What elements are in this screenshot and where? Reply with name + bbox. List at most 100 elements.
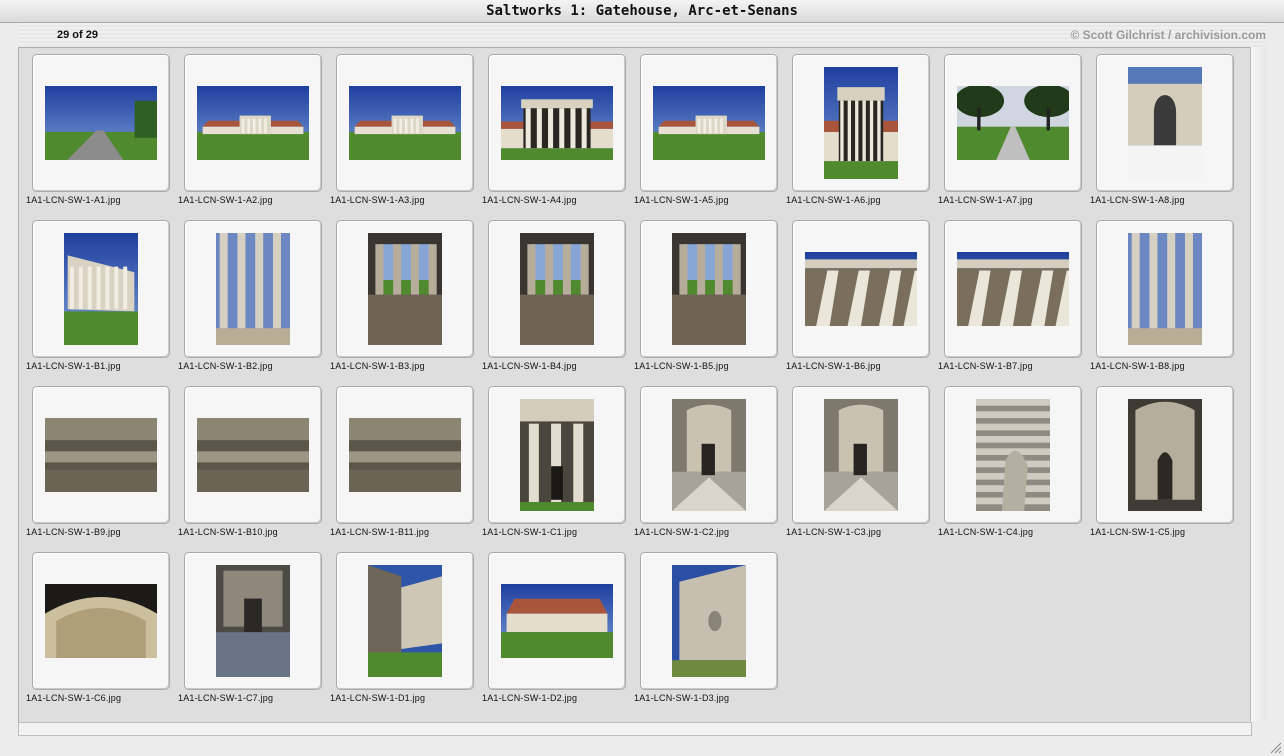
thumbnail-image[interactable]	[216, 565, 290, 677]
thumbnail-image[interactable]	[368, 233, 442, 345]
thumbnail-tile[interactable]: 1A1-LCN-SW-1-D2.jpg	[481, 546, 641, 706]
thumbnail-image[interactable]	[672, 233, 746, 345]
thumbnail-image[interactable]	[216, 233, 290, 345]
thumbnail-caption: 1A1-LCN-SW-1-A4.jpg	[482, 195, 577, 205]
thumbnail-tile[interactable]: 1A1-LCN-SW-1-C1.jpg	[481, 380, 641, 540]
thumbnail-image[interactable]	[805, 252, 917, 326]
thumbnail-tile[interactable]: 1A1-LCN-SW-1-D1.jpg	[329, 546, 489, 706]
slide-mount[interactable]	[792, 220, 930, 358]
slide-mount[interactable]	[1096, 54, 1234, 192]
slide-mount[interactable]	[336, 220, 474, 358]
thumbnail-image[interactable]	[349, 418, 461, 492]
thumbnail-tile[interactable]: 1A1-LCN-SW-1-B3.jpg	[329, 214, 489, 374]
thumbnail-tile[interactable]: 1A1-LCN-SW-1-B4.jpg	[481, 214, 641, 374]
thumbnail-image[interactable]	[45, 418, 157, 492]
thumbnail-tile[interactable]: 1A1-LCN-SW-1-A3.jpg	[329, 48, 489, 208]
thumbnail-tile[interactable]: 1A1-LCN-SW-1-B10.jpg	[177, 380, 337, 540]
slide-mount[interactable]	[32, 54, 170, 192]
slide-mount[interactable]	[488, 386, 626, 524]
thumbnail-image[interactable]	[197, 418, 309, 492]
slide-mount[interactable]	[184, 220, 322, 358]
thumbnail-tile[interactable]: 1A1-LCN-SW-1-C5.jpg	[1089, 380, 1249, 540]
slide-mount[interactable]	[640, 386, 778, 524]
thumbnail-tile[interactable]: 1A1-LCN-SW-1-C3.jpg	[785, 380, 945, 540]
slide-mount[interactable]	[336, 552, 474, 690]
slide-mount[interactable]	[792, 54, 930, 192]
slide-mount[interactable]	[640, 220, 778, 358]
thumbnail-caption: 1A1-LCN-SW-1-A5.jpg	[634, 195, 729, 205]
thumbnail-image[interactable]	[64, 233, 138, 345]
horizontal-scrollbar[interactable]	[18, 722, 1252, 736]
thumbnail-image[interactable]	[368, 565, 442, 677]
thumbnail-image[interactable]	[1128, 67, 1202, 179]
thumbnail-image[interactable]	[349, 86, 461, 160]
thumbnail-image[interactable]	[45, 584, 157, 658]
thumbnail-image[interactable]	[501, 584, 613, 658]
thumbnail-image[interactable]	[672, 565, 746, 677]
thumbnail-image[interactable]	[45, 86, 157, 160]
thumbnail-image[interactable]	[501, 86, 613, 160]
thumbnail-tile[interactable]: 1A1-LCN-SW-1-C2.jpg	[633, 380, 793, 540]
thumbnail-tile[interactable]: 1A1-LCN-SW-1-D3.jpg	[633, 546, 793, 706]
thumbnail-tile[interactable]: 1A1-LCN-SW-1-A2.jpg	[177, 48, 337, 208]
thumbnail-image[interactable]	[976, 399, 1050, 511]
slide-mount[interactable]	[184, 552, 322, 690]
slide-mount[interactable]	[488, 220, 626, 358]
slide-mount[interactable]	[944, 220, 1082, 358]
thumbnail-caption: 1A1-LCN-SW-1-C7.jpg	[178, 693, 274, 703]
thumbnail-image[interactable]	[520, 399, 594, 511]
thumbnail-image[interactable]	[824, 399, 898, 511]
thumbnail-tile[interactable]: 1A1-LCN-SW-1-C6.jpg	[25, 546, 185, 706]
thumbnail-tile[interactable]: 1A1-LCN-SW-1-B9.jpg	[25, 380, 185, 540]
slide-mount[interactable]	[32, 386, 170, 524]
thumbnail-tile[interactable]: 1A1-LCN-SW-1-A4.jpg	[481, 48, 641, 208]
slide-mount[interactable]	[32, 552, 170, 690]
thumbnail-tile[interactable]: 1A1-LCN-SW-1-B7.jpg	[937, 214, 1097, 374]
thumbnail-tile[interactable]: 1A1-LCN-SW-1-B11.jpg	[329, 380, 489, 540]
slide-mount[interactable]	[1096, 220, 1234, 358]
thumbnail-caption: 1A1-LCN-SW-1-A3.jpg	[330, 195, 425, 205]
thumbnail-tile[interactable]: 1A1-LCN-SW-1-A8.jpg	[1089, 48, 1249, 208]
vertical-scrollbar[interactable]	[1250, 47, 1267, 721]
thumbnail-tile[interactable]: 1A1-LCN-SW-1-C4.jpg	[937, 380, 1097, 540]
thumbnail-tile[interactable]: 1A1-LCN-SW-1-B8.jpg	[1089, 214, 1249, 374]
thumbnail-caption: 1A1-LCN-SW-1-B1.jpg	[26, 361, 121, 371]
thumbnail-tile[interactable]: 1A1-LCN-SW-1-A1.jpg	[25, 48, 185, 208]
thumbnail-image[interactable]	[653, 86, 765, 160]
resize-grip-icon[interactable]	[1268, 740, 1282, 754]
slide-mount[interactable]	[184, 386, 322, 524]
thumbnail-caption: 1A1-LCN-SW-1-C4.jpg	[938, 527, 1034, 537]
thumbnail-image[interactable]	[957, 86, 1069, 160]
slide-mount[interactable]	[184, 54, 322, 192]
thumbnail-tile[interactable]: 1A1-LCN-SW-1-A5.jpg	[633, 48, 793, 208]
thumbnail-image[interactable]	[672, 399, 746, 511]
thumbnail-image[interactable]	[957, 252, 1069, 326]
thumbnail-tile[interactable]: 1A1-LCN-SW-1-B1.jpg	[25, 214, 185, 374]
thumbnail-image[interactable]	[520, 233, 594, 345]
thumbnail-caption: 1A1-LCN-SW-1-A1.jpg	[26, 195, 121, 205]
copyright-credit: © Scott Gilchrist / archivision.com	[1070, 28, 1266, 42]
thumbnail-caption: 1A1-LCN-SW-1-D3.jpg	[634, 693, 730, 703]
thumbnail-image[interactable]	[1128, 399, 1202, 511]
thumbnail-caption: 1A1-LCN-SW-1-B7.jpg	[938, 361, 1033, 371]
thumbnail-image[interactable]	[824, 67, 898, 179]
slide-mount[interactable]	[488, 54, 626, 192]
slide-mount[interactable]	[32, 220, 170, 358]
thumbnail-tile[interactable]: 1A1-LCN-SW-1-B6.jpg	[785, 214, 945, 374]
slide-mount[interactable]	[640, 552, 778, 690]
slide-mount[interactable]	[792, 386, 930, 524]
slide-mount[interactable]	[488, 552, 626, 690]
thumbnail-tile[interactable]: 1A1-LCN-SW-1-A6.jpg	[785, 48, 945, 208]
slide-mount[interactable]	[336, 54, 474, 192]
thumbnail-image[interactable]	[1128, 233, 1202, 345]
slide-mount[interactable]	[944, 54, 1082, 192]
thumbnail-tile[interactable]: 1A1-LCN-SW-1-C7.jpg	[177, 546, 337, 706]
thumbnail-tile[interactable]: 1A1-LCN-SW-1-A7.jpg	[937, 48, 1097, 208]
slide-mount[interactable]	[944, 386, 1082, 524]
thumbnail-tile[interactable]: 1A1-LCN-SW-1-B2.jpg	[177, 214, 337, 374]
slide-mount[interactable]	[640, 54, 778, 192]
slide-mount[interactable]	[336, 386, 474, 524]
slide-mount[interactable]	[1096, 386, 1234, 524]
thumbnail-image[interactable]	[197, 86, 309, 160]
thumbnail-tile[interactable]: 1A1-LCN-SW-1-B5.jpg	[633, 214, 793, 374]
